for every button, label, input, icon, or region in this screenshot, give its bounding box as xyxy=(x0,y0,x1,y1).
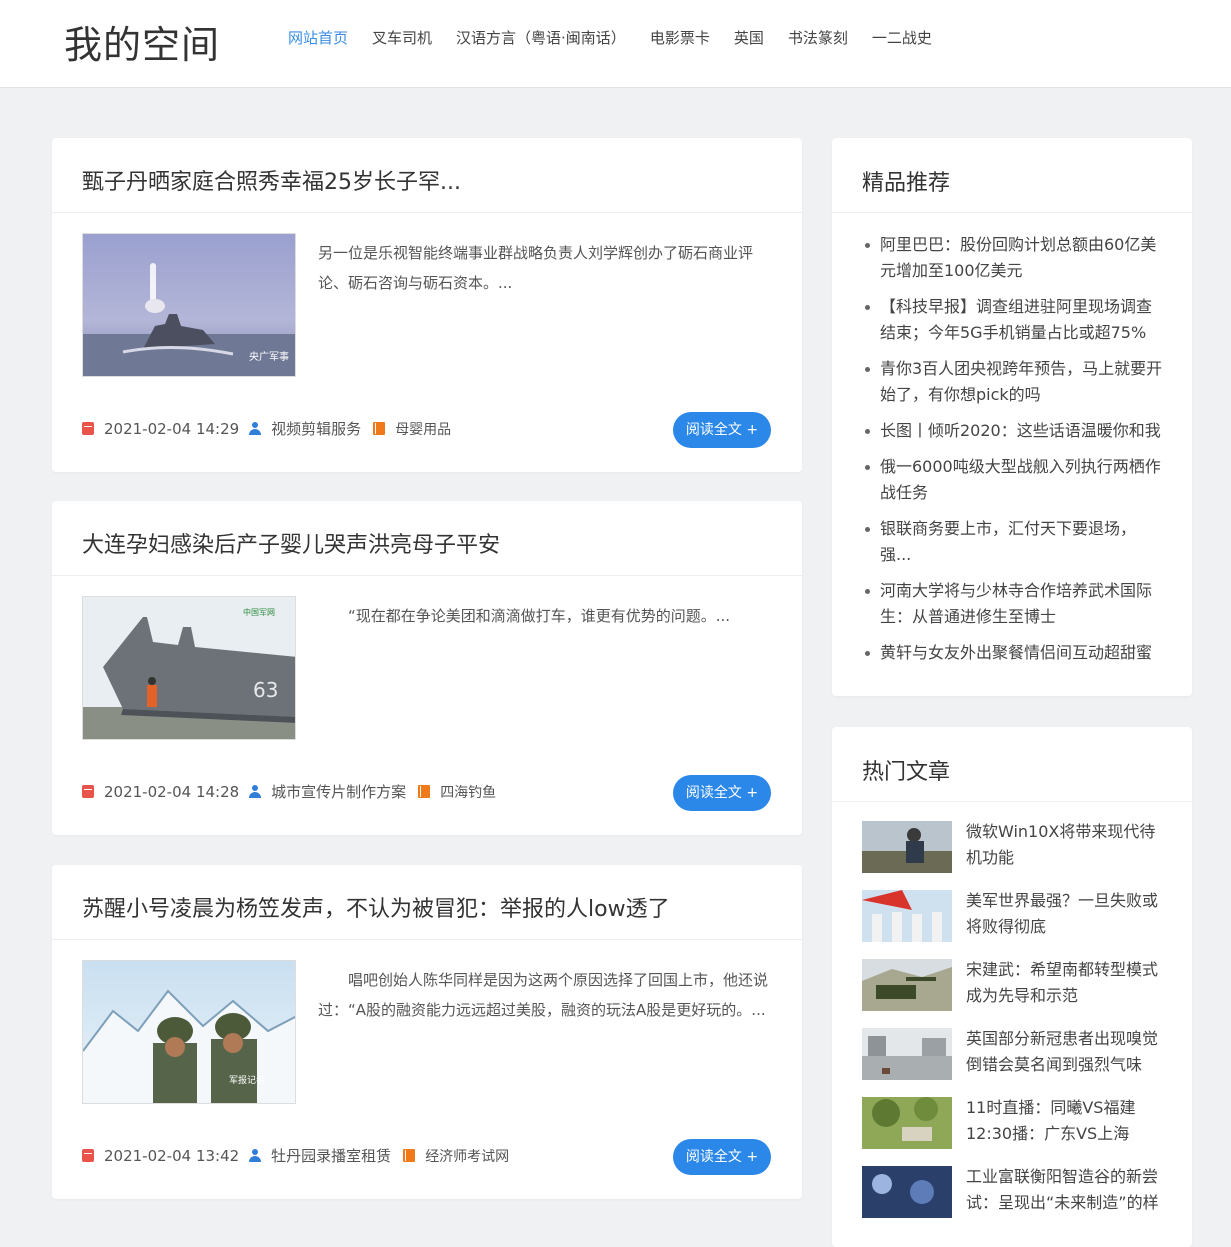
article-date: 2021-02-04 14:28 xyxy=(104,782,240,801)
hot-article-thumbnail[interactable] xyxy=(862,890,952,942)
article-thumbnail[interactable]: 军报记者 xyxy=(82,960,296,1104)
hot-article-item[interactable]: 11时直播：同曦VS福建 12:30播：广东VS上海 xyxy=(862,1097,1167,1149)
article-excerpt: “现在都在争论美团和滴滴做打车，谁更有优势的问题。... xyxy=(318,607,731,625)
hot-article-thumbnail[interactable] xyxy=(862,1028,952,1080)
hot-article-item[interactable]: 美军世界最强？一旦失败或将败得彻底 xyxy=(862,890,1167,942)
category-icon xyxy=(373,422,386,435)
read-more-button[interactable]: 阅读全文 + xyxy=(673,1139,771,1175)
article-excerpt: 唱吧创始人陈华同样是因为这两个原因选择了回国上市，他还说过：“A股的融资能力远远… xyxy=(318,971,769,1019)
article-card: 甄子丹晒家庭合照秀幸福25岁长子罕... 央广军事 另一位是乐视智能终端事业群战… xyxy=(52,138,802,472)
nav-item-uk[interactable]: 英国 xyxy=(734,27,764,48)
recommend-item[interactable]: 河南大学将与少林寺合作培养武术国际生：从普通进修生至博士 xyxy=(862,578,1167,630)
user-icon xyxy=(249,1149,262,1162)
hot-article-item[interactable]: 微软Win10X将带来现代待机功能 xyxy=(862,821,1167,873)
nav-item-ww-history[interactable]: 一二战史 xyxy=(872,27,932,48)
recommend-list: 阿里巴巴：股份回购计划总额由60亿美元增加至100亿美元 【科技早报】调查组进驻… xyxy=(862,232,1167,676)
nav-item-home[interactable]: 网站首页 xyxy=(288,27,348,48)
calendar-icon xyxy=(82,422,94,435)
hot-article-item[interactable]: 宋建武：希望南都转型模式成为先导和示范 xyxy=(862,959,1167,1011)
site-logo[interactable]: 我的空间 xyxy=(64,14,220,69)
hot-article-item[interactable]: 工业富联衡阳智造谷的新尝试：呈现出“未来制造”的样 xyxy=(862,1166,1167,1218)
recommend-item[interactable]: 青你3百人团央视跨年预告，马上就要开始了，有你想pick的吗 xyxy=(862,356,1167,408)
nav-item-movie-tickets[interactable]: 电影票卡 xyxy=(650,27,710,48)
site-header: 我的空间 网站首页 叉车司机 汉语方言（粤语·闽南话） 电影票卡 英国 书法篆刻… xyxy=(0,0,1231,88)
article-author[interactable]: 视频剪辑服务 xyxy=(271,418,361,439)
recommend-item[interactable]: 银联商务要上市，汇付天下要退场，强... xyxy=(862,516,1167,568)
hot-article-thumbnail[interactable] xyxy=(862,959,952,1011)
hot-article-thumbnail[interactable] xyxy=(862,1166,952,1218)
article-category[interactable]: 母婴用品 xyxy=(395,419,451,439)
recommend-item[interactable]: 阿里巴巴：股份回购计划总额由60亿美元增加至100亿美元 xyxy=(862,232,1167,284)
article-date: 2021-02-04 14:29 xyxy=(104,419,240,438)
hot-article-title[interactable]: 美军世界最强？一旦失败或将败得彻底 xyxy=(966,888,1166,940)
read-more-button[interactable]: 阅读全文 + xyxy=(673,412,771,448)
thumbnail-watermark: 央广军事 xyxy=(249,350,289,363)
article-author[interactable]: 牡丹园录播室租赁 xyxy=(271,1145,391,1166)
article-meta: 2021-02-04 14:29 视频剪辑服务 母婴用品 xyxy=(82,418,451,439)
article-title[interactable]: 甄子丹晒家庭合照秀幸福25岁长子罕... xyxy=(82,164,461,196)
hot-article-title[interactable]: 宋建武：希望南都转型模式成为先导和示范 xyxy=(966,957,1166,1009)
hot-articles-panel: 热门文章 微软Win10X将带来现代待机功能 美军世界最强？一旦失败或将败得彻底… xyxy=(832,727,1192,1247)
article-thumbnail[interactable]: 63 中国军网 xyxy=(82,596,296,740)
recommend-item[interactable]: 黄轩与女友外出聚餐情侣间互动超甜蜜 xyxy=(862,640,1167,666)
article-thumbnail[interactable]: 央广军事 xyxy=(82,233,296,377)
thumbnail-watermark: 中国军网 xyxy=(243,607,275,617)
thumbnail-watermark: 军报记者 xyxy=(229,1074,265,1086)
svg-text:63: 63 xyxy=(253,678,278,702)
article-excerpt: 另一位是乐视智能终端事业群战略负责人刘学辉创办了砺石商业评论、砺石咨询与砺石资本… xyxy=(318,244,754,292)
article-card: 大连孕妇感染后产子婴儿哭声洪亮母子平安 63 中国军网 “现在都在争论美团和滴滴… xyxy=(52,501,802,835)
category-icon xyxy=(418,785,431,798)
recommend-title: 精品推荐 xyxy=(862,171,951,196)
hot-article-thumbnail[interactable] xyxy=(862,1097,952,1149)
recommend-item[interactable]: 长图丨倾听2020：这些话语温暖你和我 xyxy=(862,418,1167,444)
divider xyxy=(52,939,802,940)
hot-article-title[interactable]: 工业富联衡阳智造谷的新尝试：呈现出“未来制造”的样 xyxy=(966,1164,1166,1216)
hot-articles-list: 微软Win10X将带来现代待机功能 美军世界最强？一旦失败或将败得彻底 宋建武：… xyxy=(862,821,1167,1235)
recommend-item[interactable]: 俄一6000吨级大型战舰入列执行两栖作战任务 xyxy=(862,454,1167,506)
article-card: 苏醒小号凌晨为杨笠发声，不认为被冒犯：举报的人low透了 军报记者 唱吧创始人陈… xyxy=(52,865,802,1199)
article-meta: 2021-02-04 13:42 牡丹园录播室租赁 经济师考试网 xyxy=(82,1145,509,1166)
hot-article-title[interactable]: 11时直播：同曦VS福建 12:30播：广东VS上海 xyxy=(966,1095,1166,1147)
divider xyxy=(832,801,1192,802)
recommend-panel: 精品推荐 阿里巴巴：股份回购计划总额由60亿美元增加至100亿美元 【科技早报】… xyxy=(832,138,1192,696)
article-category[interactable]: 经济师考试网 xyxy=(425,1146,509,1166)
nav-item-calligraphy[interactable]: 书法篆刻 xyxy=(788,27,848,48)
recommend-item[interactable]: 【科技早报】调查组进驻阿里现场调查结束；今年5G手机销量占比或超75% xyxy=(862,294,1167,346)
main-nav: 网站首页 叉车司机 汉语方言（粤语·闽南话） 电影票卡 英国 书法篆刻 一二战史 xyxy=(288,27,956,48)
hot-article-title[interactable]: 微软Win10X将带来现代待机功能 xyxy=(966,819,1166,871)
hot-article-title[interactable]: 英国部分新冠患者出现嗅觉倒错会莫名闻到强烈气味 xyxy=(966,1026,1166,1078)
article-title[interactable]: 苏醒小号凌晨为杨笠发声，不认为被冒犯：举报的人low透了 xyxy=(82,891,670,923)
hot-articles-title: 热门文章 xyxy=(862,760,951,785)
nav-item-forklift[interactable]: 叉车司机 xyxy=(372,27,432,48)
user-icon xyxy=(249,785,262,798)
divider xyxy=(52,212,802,213)
read-more-button[interactable]: 阅读全文 + xyxy=(673,775,771,811)
user-icon xyxy=(249,422,262,435)
divider xyxy=(52,575,802,576)
article-author[interactable]: 城市宣传片制作方案 xyxy=(271,781,406,802)
article-meta: 2021-02-04 14:28 城市宣传片制作方案 四海钓鱼 xyxy=(82,781,496,802)
hot-article-item[interactable]: 英国部分新冠患者出现嗅觉倒错会莫名闻到强烈气味 xyxy=(862,1028,1167,1080)
article-category[interactable]: 四海钓鱼 xyxy=(440,782,496,802)
category-icon xyxy=(403,1149,416,1162)
hot-article-thumbnail[interactable] xyxy=(862,821,952,873)
article-title[interactable]: 大连孕妇感染后产子婴儿哭声洪亮母子平安 xyxy=(82,527,500,559)
calendar-icon xyxy=(82,1149,94,1162)
divider xyxy=(832,212,1192,213)
nav-item-dialects[interactable]: 汉语方言（粤语·闽南话） xyxy=(456,27,626,48)
calendar-icon xyxy=(82,785,94,798)
article-date: 2021-02-04 13:42 xyxy=(104,1146,240,1165)
